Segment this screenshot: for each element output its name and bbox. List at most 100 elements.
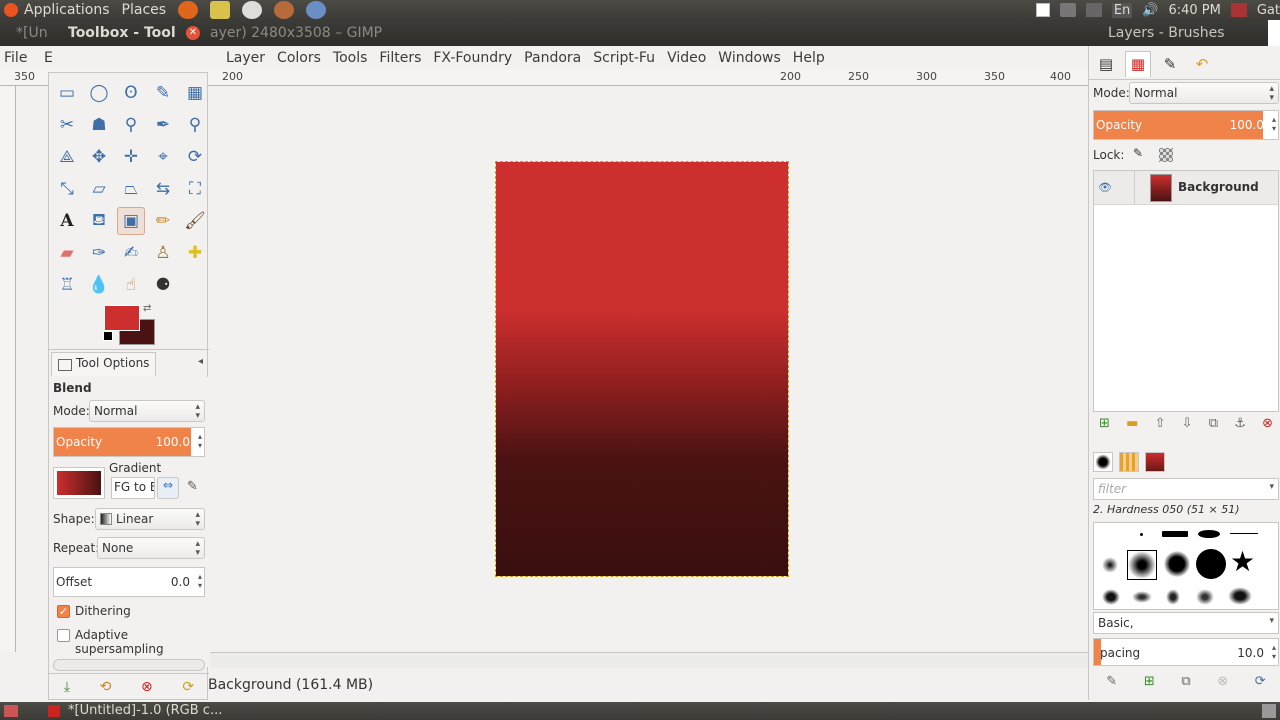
close-icon[interactable]: ✕ — [186, 26, 200, 40]
gradient-preview[interactable] — [53, 467, 105, 499]
keyboard-indicator[interactable]: En — [1111, 2, 1133, 18]
spin-arrows-icon[interactable]: ▴ ▾ — [1272, 643, 1276, 661]
recorder-icon[interactable] — [1059, 3, 1076, 17]
ubuntu-logo-icon[interactable] — [4, 3, 18, 17]
align-icon[interactable]: ✛ — [117, 143, 145, 171]
brush-preset-select[interactable]: Basic, ▾ — [1093, 612, 1279, 634]
spin-arrows-icon[interactable]: ▴ ▾ — [198, 572, 202, 590]
user-name[interactable]: Gat — [1257, 3, 1280, 18]
zoom-icon[interactable]: ⚲ — [181, 111, 209, 139]
restore-options-icon[interactable]: ⟲ — [100, 679, 112, 695]
brush-item[interactable] — [1228, 587, 1252, 605]
user-icon[interactable] — [1230, 3, 1247, 17]
crop-icon[interactable]: ⌖ — [149, 143, 177, 171]
places-menu[interactable]: Places — [116, 2, 173, 18]
show-desktop-icon[interactable] — [4, 705, 18, 717]
brush-item-selected[interactable] — [1127, 550, 1157, 580]
blend-tool-icon[interactable]: ▣ — [117, 207, 145, 235]
cage-icon[interactable]: ⛶ — [181, 175, 209, 203]
brush-item[interactable] — [1198, 530, 1220, 538]
perspective-icon[interactable]: ⏢ — [117, 175, 145, 203]
notification-icon[interactable] — [1035, 3, 1050, 17]
mode-select[interactable]: Normal ▴ ▾ — [89, 400, 205, 422]
menu-tools[interactable]: Tools — [327, 50, 374, 66]
opacity-slider[interactable]: Opacity 100.0 ▴ ▾ — [53, 427, 205, 457]
gradient-name-field[interactable]: FG to B — [111, 477, 155, 499]
tool-options-scrollbar[interactable] — [53, 659, 205, 671]
ink-icon[interactable]: ✍ — [117, 239, 145, 267]
taskbar-item-gimp[interactable]: *[Untitled]-1.0 (RGB c... — [44, 702, 222, 720]
canvas-horizontal-scrollbar[interactable] — [210, 652, 1088, 668]
foreground-select-icon[interactable]: ☗ — [85, 111, 113, 139]
menu-layer[interactable]: Layer — [220, 50, 271, 66]
layer-opacity-slider[interactable]: Opacity 100.0 ▴ ▾ — [1093, 110, 1279, 140]
brush-item[interactable] — [1102, 557, 1118, 573]
scissors-select-icon[interactable]: ✂ — [53, 111, 81, 139]
brush-item[interactable] — [1132, 591, 1152, 603]
brush-item[interactable] — [1230, 533, 1258, 534]
clone-icon[interactable]: ♙ — [149, 239, 177, 267]
lock-pixels-icon[interactable]: ✎ — [1133, 146, 1143, 160]
offset-slider[interactable]: Offset 0.0 ▴ ▾ — [53, 567, 205, 597]
applications-menu[interactable]: Applications — [18, 2, 116, 18]
measure-icon[interactable]: ⟁ — [53, 143, 81, 171]
paths-icon[interactable]: ⚲ — [117, 111, 145, 139]
default-colors-icon[interactable] — [103, 331, 113, 341]
delete-layer-icon[interactable]: ⊗ — [1262, 416, 1273, 438]
fuzzy-select-icon[interactable]: ✎ — [149, 79, 177, 107]
menu-script-fu[interactable]: Script-Fu — [587, 50, 661, 66]
move-icon[interactable]: ✥ — [85, 143, 113, 171]
tab-tool-options[interactable]: Tool Options — [51, 352, 157, 376]
new-layer-group-icon[interactable]: ▬ — [1126, 416, 1138, 438]
canvas-vertical-scrollbar[interactable] — [1070, 86, 1088, 652]
delete-brush-icon[interactable]: ⊗ — [1217, 674, 1228, 696]
star-brush-icon[interactable]: ★ — [1230, 545, 1255, 578]
tab-patterns[interactable] — [1119, 452, 1139, 472]
trash-icon[interactable] — [1262, 704, 1276, 718]
new-brush-icon[interactable]: ⊞ — [1144, 674, 1155, 696]
volume-icon[interactable]: 🔊 — [1142, 3, 1158, 18]
reverse-gradient-button[interactable]: ⇔ — [157, 477, 179, 499]
rect-select-icon[interactable]: ▭ — [53, 79, 81, 107]
firefox-icon[interactable] — [178, 1, 199, 19]
edit-gradient-icon[interactable]: ✎ — [187, 479, 198, 494]
scale-icon[interactable]: ⤡ — [53, 175, 81, 203]
image-canvas[interactable] — [495, 161, 789, 577]
flip-icon[interactable]: ⇆ — [149, 175, 177, 203]
menu-pandora[interactable]: Pandora — [518, 50, 587, 66]
brush-item[interactable] — [1196, 589, 1214, 605]
menu-fx-foundry[interactable]: FX-Foundry — [427, 50, 518, 66]
brush-item[interactable] — [1166, 589, 1180, 605]
free-select-icon[interactable]: ʘ — [117, 79, 145, 107]
brush-spacing-slider[interactable]: pacing 10.0 ▴ ▾ — [1093, 638, 1279, 666]
text-tool-icon[interactable]: A — [53, 207, 81, 235]
shape-select[interactable]: Linear ▴ ▾ — [95, 508, 205, 530]
edit-brush-icon[interactable]: ✎ — [1106, 674, 1117, 696]
tux-icon[interactable] — [242, 1, 263, 19]
brush-item[interactable] — [1140, 533, 1143, 536]
foreground-color-swatch[interactable] — [104, 305, 140, 331]
brush-item[interactable] — [1162, 531, 1188, 537]
lower-layer-icon[interactable]: ⇩ — [1182, 416, 1193, 438]
tab-gradients[interactable] — [1145, 452, 1165, 472]
layer-mode-select[interactable]: Normal ▴ ▾ — [1129, 82, 1279, 104]
menu-edit[interactable]: E — [38, 50, 59, 66]
folder-icon[interactable] — [210, 1, 231, 19]
tab-layers[interactable]: ▤ — [1093, 51, 1119, 77]
dithering-checkbox[interactable]: ✓ — [57, 605, 70, 618]
tab-undo-history[interactable]: ↶ — [1189, 51, 1215, 77]
pencil-icon[interactable]: ✏ — [149, 207, 177, 235]
smudge-icon[interactable]: ☝ — [117, 271, 145, 299]
vertical-ruler[interactable] — [0, 86, 16, 652]
bucket-fill-icon[interactable]: ⛾ — [85, 207, 113, 235]
clock[interactable]: 6:40 PM — [1168, 3, 1220, 18]
duplicate-layer-icon[interactable]: ⧉ — [1209, 416, 1218, 438]
menu-file[interactable]: File — [0, 50, 31, 66]
blur-icon[interactable]: 💧 — [85, 271, 113, 299]
paintbrush-icon[interactable]: 🖌 — [181, 207, 209, 235]
brush-item[interactable] — [1102, 589, 1120, 605]
mail-icon[interactable] — [1085, 3, 1102, 17]
menu-help[interactable]: Help — [787, 50, 831, 66]
tab-channels[interactable]: ▦ — [1125, 50, 1151, 77]
duplicate-brush-icon[interactable]: ⧉ — [1181, 674, 1190, 696]
